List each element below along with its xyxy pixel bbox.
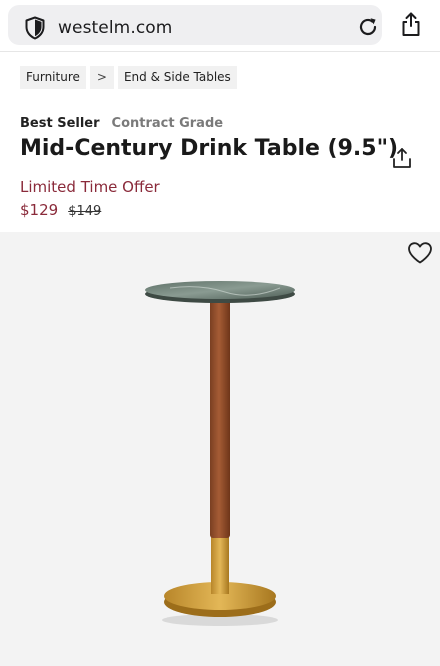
share-icon[interactable] xyxy=(399,11,423,37)
original-price: $149 xyxy=(68,204,102,219)
best-seller-badge: Best Seller xyxy=(20,116,100,131)
share-icon[interactable] xyxy=(391,147,413,169)
shield-icon[interactable] xyxy=(24,16,46,40)
sale-price: $129 xyxy=(20,201,59,219)
reload-icon[interactable] xyxy=(356,15,380,39)
price: $129 $149 xyxy=(20,201,101,219)
breadcrumb-item-end-side-tables[interactable]: End & Side Tables xyxy=(117,66,237,89)
product-badges: Best Seller Contract Grade xyxy=(20,116,223,131)
url-text[interactable]: westelm.com xyxy=(58,18,172,38)
drink-table-illustration xyxy=(145,281,295,626)
limited-time-offer-label: Limited Time Offer xyxy=(20,178,160,196)
breadcrumb: Furniture > End & Side Tables xyxy=(20,66,237,89)
product-title: Mid-Century Drink Table (9.5") xyxy=(20,136,399,161)
heart-icon[interactable] xyxy=(407,241,433,265)
contract-grade-badge: Contract Grade xyxy=(111,116,224,131)
breadcrumb-item-furniture[interactable]: Furniture xyxy=(20,66,86,89)
breadcrumb-separator: > xyxy=(89,66,114,89)
browser-toolbar: westelm.com xyxy=(0,0,440,52)
address-bar[interactable]: westelm.com xyxy=(8,5,382,45)
